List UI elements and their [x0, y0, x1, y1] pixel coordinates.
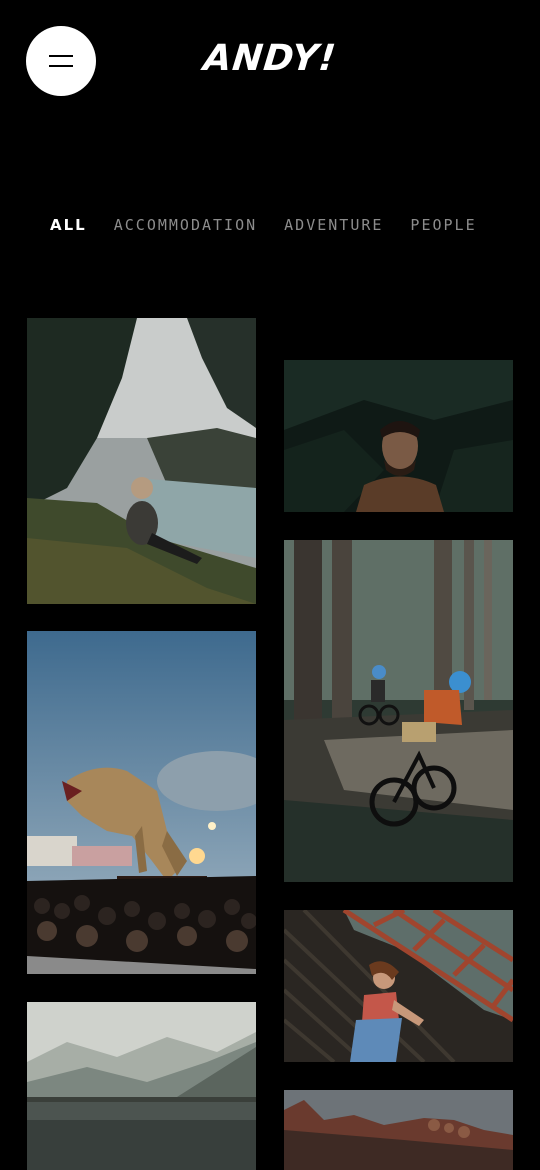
filter-people[interactable]: PEOPLE — [410, 216, 476, 234]
photo-rocky-cliff-image — [284, 1090, 513, 1170]
gallery-photo-portrait-foliage[interactable] — [284, 360, 513, 512]
gallery-photo-rocky-cliff[interactable] — [284, 1090, 513, 1170]
filter-accommodation[interactable]: ACCOMMODATION — [114, 216, 257, 234]
photo-coastal-cliff-image — [27, 318, 256, 604]
filter-adventure[interactable]: ADVENTURE — [284, 216, 383, 234]
gallery-photo-coastal-cliff[interactable] — [27, 318, 256, 604]
category-filters: ALL ACCOMMODATION ADVENTURE PEOPLE — [50, 216, 520, 234]
gallery-photo-mountain-biking[interactable] — [284, 540, 513, 882]
gallery-photo-misty-lake[interactable] — [27, 1002, 256, 1170]
gallery-photo-wolf-sculpture[interactable] — [27, 631, 256, 974]
site-logo[interactable]: ANDY! — [0, 38, 540, 79]
photo-mountain-biking-image — [284, 540, 513, 882]
filter-all[interactable]: ALL — [50, 216, 87, 234]
photo-portrait-foliage-image — [284, 360, 513, 512]
photo-bridge-portrait-image — [284, 910, 513, 1062]
photo-wolf-sculpture-image — [27, 631, 256, 974]
photo-misty-lake-image — [27, 1002, 256, 1170]
gallery-photo-bridge-portrait[interactable] — [284, 910, 513, 1062]
